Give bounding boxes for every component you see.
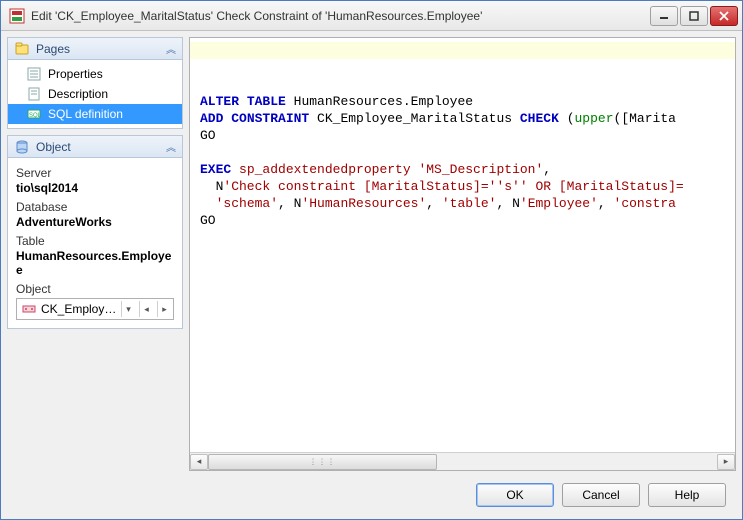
chevron-up-icon: ︽ (166, 41, 176, 56)
object-label: Object (16, 282, 174, 296)
object-picker-text: CK_Employee_M... (41, 302, 117, 316)
table-label: Table (16, 234, 174, 248)
ok-button[interactable]: OK (476, 483, 554, 507)
server-value: tio\sql2014 (16, 181, 174, 195)
pages-panel: Pages ︽ Properties Description (7, 37, 183, 129)
page-description[interactable]: Description (8, 84, 182, 104)
current-line-highlight (190, 42, 735, 59)
sql-icon: SQL (26, 107, 42, 121)
database-value: AdventureWorks (16, 215, 174, 229)
window-controls (650, 6, 738, 26)
table-value: HumanResources.Employee (16, 249, 174, 277)
app-icon (9, 8, 25, 24)
titlebar[interactable]: Edit 'CK_Employee_MaritalStatus' Check C… (1, 1, 742, 31)
constraint-icon (21, 301, 37, 317)
close-button[interactable] (710, 6, 738, 26)
object-icon (14, 139, 30, 155)
page-item-label: Properties (48, 67, 103, 81)
minimize-button[interactable] (650, 6, 678, 26)
svg-text:SQL: SQL (29, 113, 41, 119)
window-title: Edit 'CK_Employee_MaritalStatus' Check C… (31, 9, 650, 23)
horizontal-scrollbar[interactable]: ◂ ⋮⋮⋮ ▸ (190, 452, 735, 470)
page-sql-definition[interactable]: SQL SQL definition (8, 104, 182, 124)
picker-prev[interactable]: ◂ (139, 301, 153, 317)
object-panel-body: Server tio\sql2014 Database AdventureWor… (8, 158, 182, 328)
dialog-window: Edit 'CK_Employee_MaritalStatus' Check C… (0, 0, 743, 520)
pages-panel-header[interactable]: Pages ︽ (8, 38, 182, 60)
description-icon (26, 87, 42, 101)
sql-editor[interactable]: ALTER TABLE HumanResources.Employee ADD … (190, 38, 735, 452)
client-area: Pages ︽ Properties Description (1, 31, 742, 519)
object-picker[interactable]: CK_Employee_M... ▾ ◂ ▸ (16, 298, 174, 320)
picker-next[interactable]: ▸ (157, 301, 171, 317)
object-panel-header[interactable]: Object ︽ (8, 136, 182, 158)
database-label: Database (16, 200, 174, 214)
pages-icon (14, 41, 30, 57)
page-item-label: Description (48, 87, 108, 101)
cancel-button[interactable]: Cancel (562, 483, 640, 507)
sql-editor-panel: ALTER TABLE HumanResources.Employee ADD … (189, 37, 736, 471)
help-button[interactable]: Help (648, 483, 726, 507)
pages-panel-title: Pages (36, 42, 70, 56)
left-column: Pages ︽ Properties Description (7, 37, 183, 471)
object-panel: Object ︽ Server tio\sql2014 Database Adv… (7, 135, 183, 329)
maximize-button[interactable] (680, 6, 708, 26)
object-panel-title: Object (36, 140, 71, 154)
pages-tree: Properties Description SQL SQL definitio… (8, 60, 182, 128)
picker-dropdown[interactable]: ▾ (121, 301, 135, 317)
scroll-left-button[interactable]: ◂ (190, 454, 208, 470)
scroll-right-button[interactable]: ▸ (717, 454, 735, 470)
chevron-up-icon: ︽ (166, 139, 176, 154)
server-label: Server (16, 166, 174, 180)
properties-icon (26, 67, 42, 81)
page-item-label: SQL definition (48, 107, 123, 121)
scrollbar-track[interactable]: ⋮⋮⋮ (208, 454, 717, 470)
dialog-footer: OK Cancel Help (7, 477, 736, 513)
scrollbar-thumb[interactable]: ⋮⋮⋮ (208, 454, 437, 470)
page-properties[interactable]: Properties (8, 64, 182, 84)
